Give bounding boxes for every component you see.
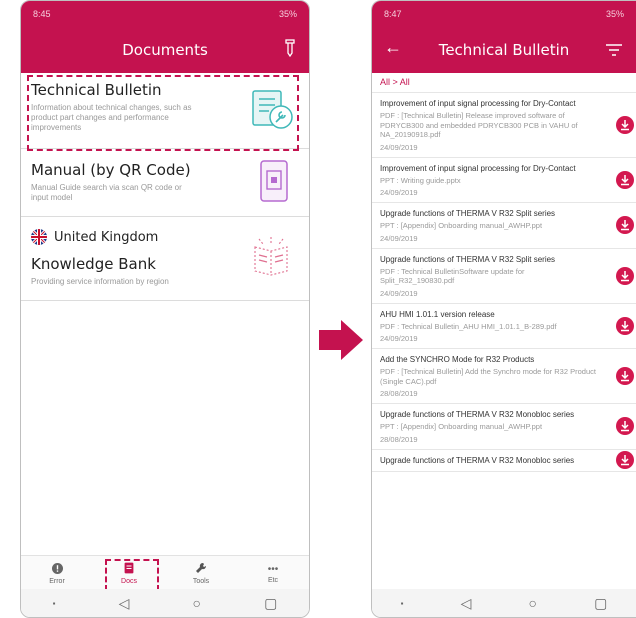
bulletin-row[interactable]: Upgrade functions of THERMA V R32 Monobl… — [372, 404, 636, 450]
qr-code-icon — [259, 159, 289, 208]
system-navigation: ▪ ◁ ○ ▢ — [21, 589, 309, 617]
transition-arrow-icon — [319, 320, 363, 365]
bulletin-row[interactable]: AHU HMI 1.01.1 version release PDF : Tech… — [372, 304, 636, 349]
status-time: 8:47 — [384, 8, 402, 19]
nav-label: Tools — [192, 578, 210, 585]
bottom-navigation: Error Docs Tools ••• Etc — [21, 555, 309, 591]
bulletin-file: PDF : Technical BulletinSoftware update … — [380, 266, 525, 286]
bulletin-date: 24/09/2019 — [380, 288, 418, 298]
bulletin-title: Add the SYNCHRO Mode for R32 Products — [380, 355, 535, 364]
bulletin-title: Upgrade functions of THERMA V R32 Split … — [380, 254, 556, 264]
download-icon[interactable] — [616, 170, 634, 189]
bulletin-row[interactable]: Upgrade functions of THERMA V R32 Monobl… — [372, 450, 636, 472]
highlight-technical-bulletin — [27, 75, 299, 151]
bulletin-file: PPT : Writing guide.pptx — [380, 175, 461, 185]
bulletin-title: AHU HMI 1.01.1 version release — [380, 309, 495, 319]
nav-label: Error — [49, 577, 65, 585]
highlight-docs-tab — [105, 559, 159, 591]
download-icon[interactable] — [616, 316, 634, 335]
status-bar: 8:47 35% — [372, 1, 636, 26]
bulletin-row[interactable]: Upgrade functions of THERMA V R32 Split … — [372, 203, 636, 249]
back-icon[interactable]: ◁ — [119, 595, 130, 612]
download-icon[interactable] — [616, 216, 634, 235]
filter-icon[interactable] — [606, 43, 622, 61]
bulletin-date: 24/09/2019 — [380, 334, 418, 343]
recent-apps-icon[interactable]: ▪ — [401, 599, 404, 608]
flag-icon — [31, 228, 47, 245]
recent-apps-icon[interactable]: ▪ — [53, 599, 56, 608]
app-bar: ← Technical Bulletin — [372, 26, 636, 73]
status-battery: 35% — [278, 8, 297, 19]
back-arrow-icon[interactable]: ← — [384, 38, 402, 56]
bulletin-row[interactable]: Improvement of input signal processing f… — [372, 93, 636, 158]
download-icon[interactable] — [616, 115, 634, 134]
error-icon — [51, 562, 63, 576]
download-icon[interactable] — [616, 367, 634, 385]
bulletin-row[interactable]: Upgrade functions of THERMA V R32 Split … — [372, 249, 636, 304]
status-time: 8:45 — [33, 8, 51, 19]
download-icon[interactable] — [616, 451, 634, 469]
nav-tools[interactable]: Tools — [165, 556, 237, 591]
doc-item-desc: Manual Guide search via scan QR code or … — [31, 183, 182, 202]
home-icon[interactable]: ○ — [529, 595, 537, 611]
bulletin-date: 24/09/2019 — [380, 142, 418, 152]
status-battery: 35% — [605, 8, 624, 19]
doc-item-desc: Providing service information by region — [31, 277, 169, 286]
page-title: Technical Bulletin — [438, 40, 570, 59]
technical-bulletin-screen: 8:47 35% ← Technical Bulletin All > All … — [371, 0, 636, 618]
status-bar: 8:45 35% — [21, 1, 309, 26]
book-icon — [251, 235, 291, 284]
nav-etc[interactable]: ••• Etc — [237, 556, 309, 591]
download-icon[interactable] — [616, 266, 634, 285]
bulletin-file: PDF : [Technical Bulletin] Add the Synch… — [380, 367, 596, 386]
overview-icon[interactable]: ▢ — [594, 595, 607, 612]
bulletin-row[interactable]: Add the SYNCHRO Mode for R32 Products PDF… — [372, 349, 636, 404]
nav-label: Etc — [267, 576, 279, 584]
bulletin-date: 28/08/2019 — [380, 434, 418, 444]
nav-error[interactable]: Error — [21, 556, 93, 591]
documents-screen: 8:45 35% Documents Technical Bulletin In… — [20, 0, 310, 618]
more-icon: ••• — [267, 563, 279, 575]
page-title: Documents — [122, 40, 208, 59]
bulletin-row[interactable]: Improvement of input signal processing f… — [372, 158, 636, 203]
system-navigation: ▪ ◁ ○ ▢ — [372, 589, 636, 617]
bulletin-date: 28/08/2019 — [380, 389, 418, 398]
download-icon[interactable] — [616, 417, 634, 436]
bulletin-title: Upgrade functions of THERMA V R32 Monobl… — [380, 410, 575, 419]
app-bar: Documents — [21, 26, 309, 73]
bulletin-title: Improvement of input signal processing f… — [380, 163, 576, 173]
home-icon[interactable]: ○ — [193, 595, 201, 611]
settings-icon[interactable] — [285, 39, 295, 62]
bulletin-file: PPT : [Appendix] Onboarding manual_AWHP.… — [380, 221, 543, 230]
bulletin-title: Upgrade functions of THERMA V R32 Split … — [380, 209, 556, 218]
tools-icon — [195, 562, 207, 576]
bulletin-file: PDF : [Technical Bulletin] Release impro… — [380, 111, 578, 139]
bulletin-date: 24/09/2019 — [380, 233, 418, 243]
doc-item-knowledge-bank[interactable]: United Kingdom Knowledge Bank Providing … — [21, 217, 309, 301]
back-icon[interactable]: ◁ — [461, 595, 472, 612]
doc-item-manual-qr[interactable]: Manual (by QR Code) Manual Guide search … — [21, 149, 309, 217]
bulletin-date: 24/09/2019 — [380, 188, 418, 197]
breadcrumb[interactable]: All > All — [372, 73, 636, 93]
bulletin-file: PDF : Technical Bulletin_AHU HMI_1.01.1_… — [380, 321, 557, 331]
bulletin-title: Upgrade functions of THERMA V R32 Monobl… — [380, 455, 575, 465]
overview-icon[interactable]: ▢ — [264, 595, 277, 612]
bulletin-list: Improvement of input signal processing f… — [372, 93, 636, 591]
bulletin-file: PPT : [Appendix] Onboarding manual_AWHP.… — [380, 422, 543, 431]
region-label: United Kingdom — [54, 230, 159, 245]
bulletin-title: Improvement of input signal processing f… — [380, 99, 576, 108]
